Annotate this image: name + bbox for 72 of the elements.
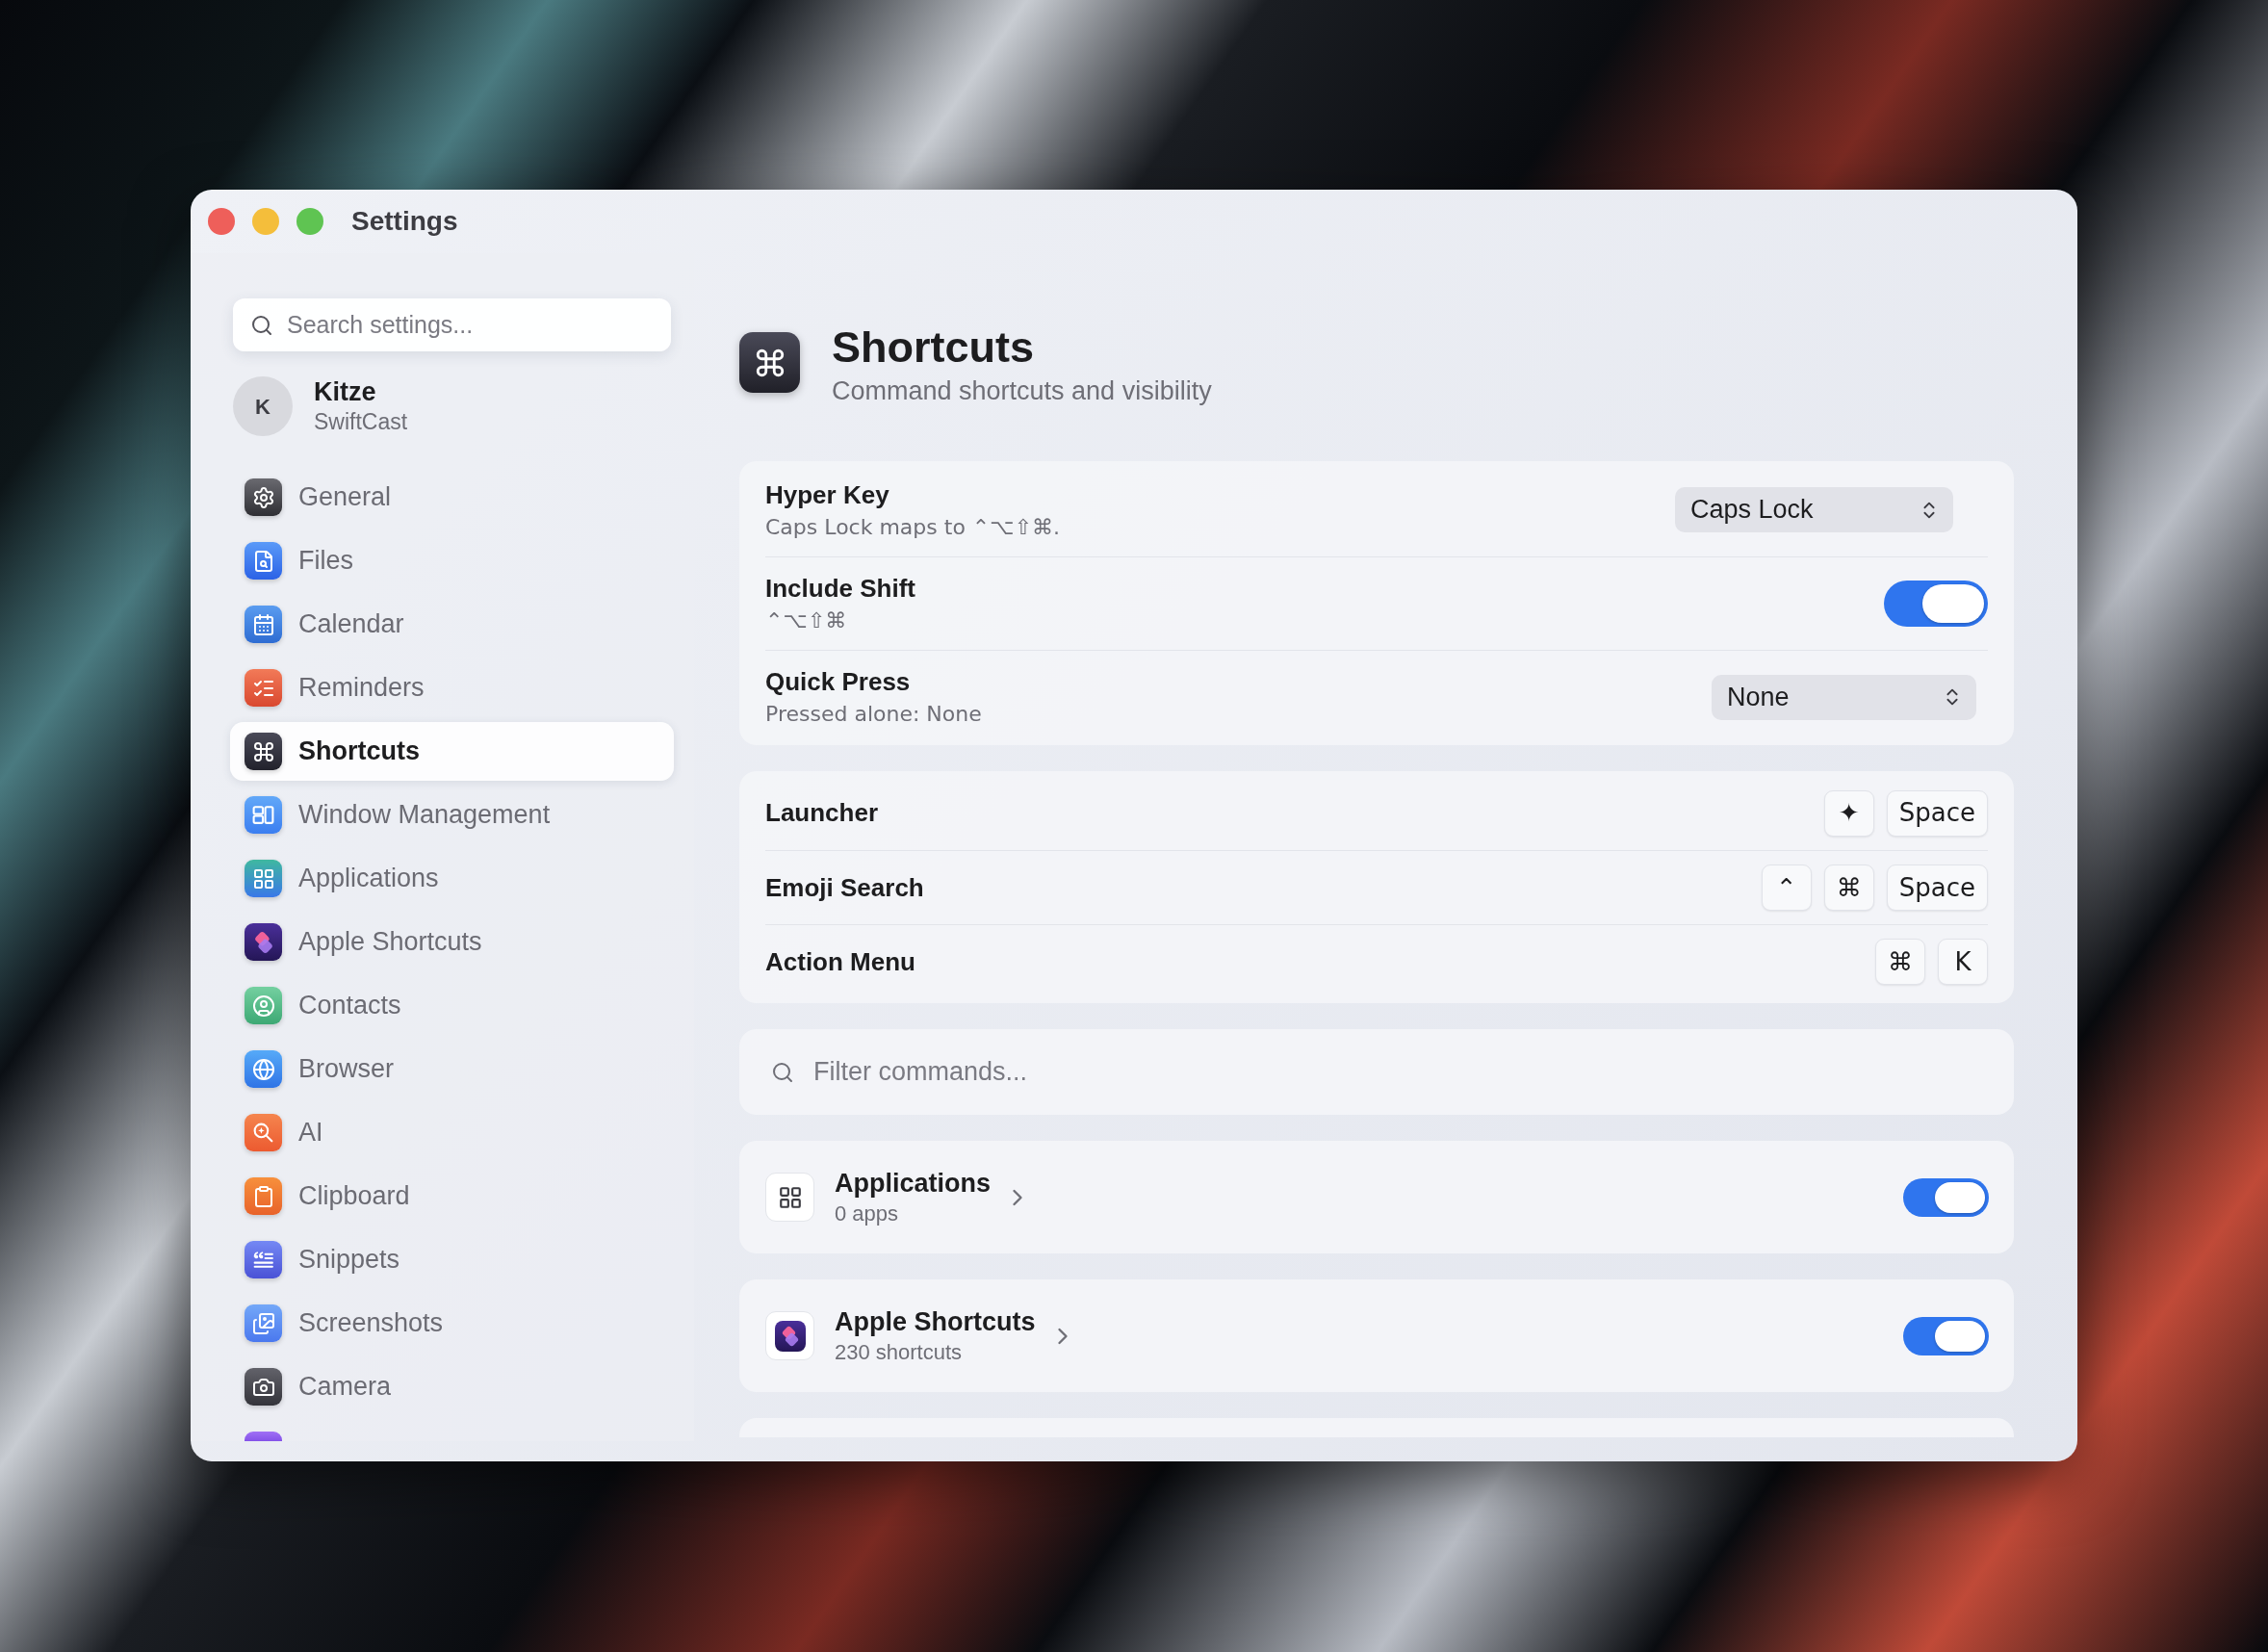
close-button[interactable] xyxy=(208,208,235,235)
search-placeholder: Search settings... xyxy=(287,309,474,340)
setting-title: Include Shift xyxy=(765,573,916,604)
account-name: Kitze xyxy=(314,376,377,407)
window-layout-icon xyxy=(245,796,282,834)
setting-title: Quick Press xyxy=(765,666,912,697)
toggle-switch[interactable] xyxy=(1903,1177,1989,1217)
filter-placeholder: Filter commands... xyxy=(813,1056,1028,1089)
clipboard-icon xyxy=(245,1177,282,1215)
sidebar-item[interactable]: Camera xyxy=(230,1357,674,1416)
toggle-switch[interactable] xyxy=(1903,1316,1989,1355)
person-icon xyxy=(245,987,282,1024)
sidebar-item[interactable]: Screenshots xyxy=(230,1294,674,1353)
select-dropdown[interactable]: Caps Lock xyxy=(1675,487,1953,532)
sidebar-item[interactable]: Apple Shortcuts xyxy=(230,913,674,971)
hotkey-label: Action Menu xyxy=(765,945,916,978)
stacked-diamonds-icon xyxy=(765,1311,814,1360)
group-count: 0 apps xyxy=(835,1200,900,1227)
search-field[interactable]: Search settings... xyxy=(233,298,671,351)
sidebar-item[interactable]: Snippets xyxy=(230,1230,674,1289)
checklist-icon xyxy=(245,669,282,707)
setting-description: Caps Lock maps to ⌃⌥⇧⌘. xyxy=(765,513,1062,541)
document-search-icon xyxy=(245,542,282,580)
hotkey-label: Emoji Search xyxy=(765,871,925,904)
group-title: Apple Shortcuts xyxy=(835,1305,1036,1337)
page-subtitle: Command shortcuts and visibility xyxy=(832,375,1212,407)
sidebar-item[interactable]: General xyxy=(230,468,674,527)
sidebar-item[interactable]: Shortcuts xyxy=(230,722,674,781)
stacked-diamonds-icon xyxy=(245,923,282,961)
keycap: Space xyxy=(1886,789,1988,837)
keycap: ⌘ xyxy=(1875,939,1925,985)
setting-description: ⌃⌥⇧⌘ xyxy=(765,607,848,634)
sidebar-item[interactable]: AI xyxy=(230,1103,674,1162)
sidebar-item[interactable]: Files xyxy=(230,531,674,590)
sidebar-item[interactable]: Browser xyxy=(230,1040,674,1098)
app-icon xyxy=(245,1432,282,1441)
setting-description: Pressed alone: None xyxy=(765,701,983,728)
keycap: ✦ xyxy=(1823,789,1874,837)
setting-title: Hyper Key xyxy=(765,478,890,510)
quote-lines-icon xyxy=(245,1241,282,1278)
command-icon xyxy=(739,332,800,393)
grid-icon xyxy=(765,1173,814,1222)
account-subtitle: SwiftCast xyxy=(314,408,408,436)
sidebar-item[interactable]: Clipboard xyxy=(230,1167,674,1226)
window-title: Settings xyxy=(351,205,458,238)
sparkle-search-icon xyxy=(245,1114,282,1151)
keycap: ⌘ xyxy=(1823,865,1874,911)
group-title: Applications xyxy=(835,1167,991,1199)
hotkey-label: Launcher xyxy=(765,797,880,829)
sidebar-item[interactable]: Contacts xyxy=(230,976,674,1035)
keycap: Space xyxy=(1886,865,1988,911)
filter-field[interactable]: Filter commands... xyxy=(739,1029,2014,1115)
sidebar-item[interactable]: Window Management xyxy=(230,786,674,844)
toggle-switch[interactable] xyxy=(1884,581,1988,627)
sidebar-item[interactable]: Reminders xyxy=(230,658,674,717)
group-count: 230 shortcuts xyxy=(835,1338,964,1366)
globe-icon xyxy=(245,1050,282,1088)
grid-icon xyxy=(245,860,282,897)
gear-icon xyxy=(245,478,282,516)
avatar: K xyxy=(233,376,293,436)
search-icon xyxy=(771,1060,794,1084)
sidebar-item[interactable]: Applications xyxy=(230,849,674,908)
calendar-icon xyxy=(245,606,282,643)
page-title: Shortcuts xyxy=(832,323,1035,373)
search-icon xyxy=(250,313,273,337)
keycap: K xyxy=(1938,939,1988,985)
sidebar-item[interactable]: Calendar xyxy=(230,595,674,654)
command-icon xyxy=(245,733,282,770)
camera-icon xyxy=(245,1368,282,1406)
keycap: ⌃ xyxy=(1761,865,1812,911)
image-icon xyxy=(245,1304,282,1342)
select-dropdown[interactable]: None xyxy=(1712,674,1976,720)
